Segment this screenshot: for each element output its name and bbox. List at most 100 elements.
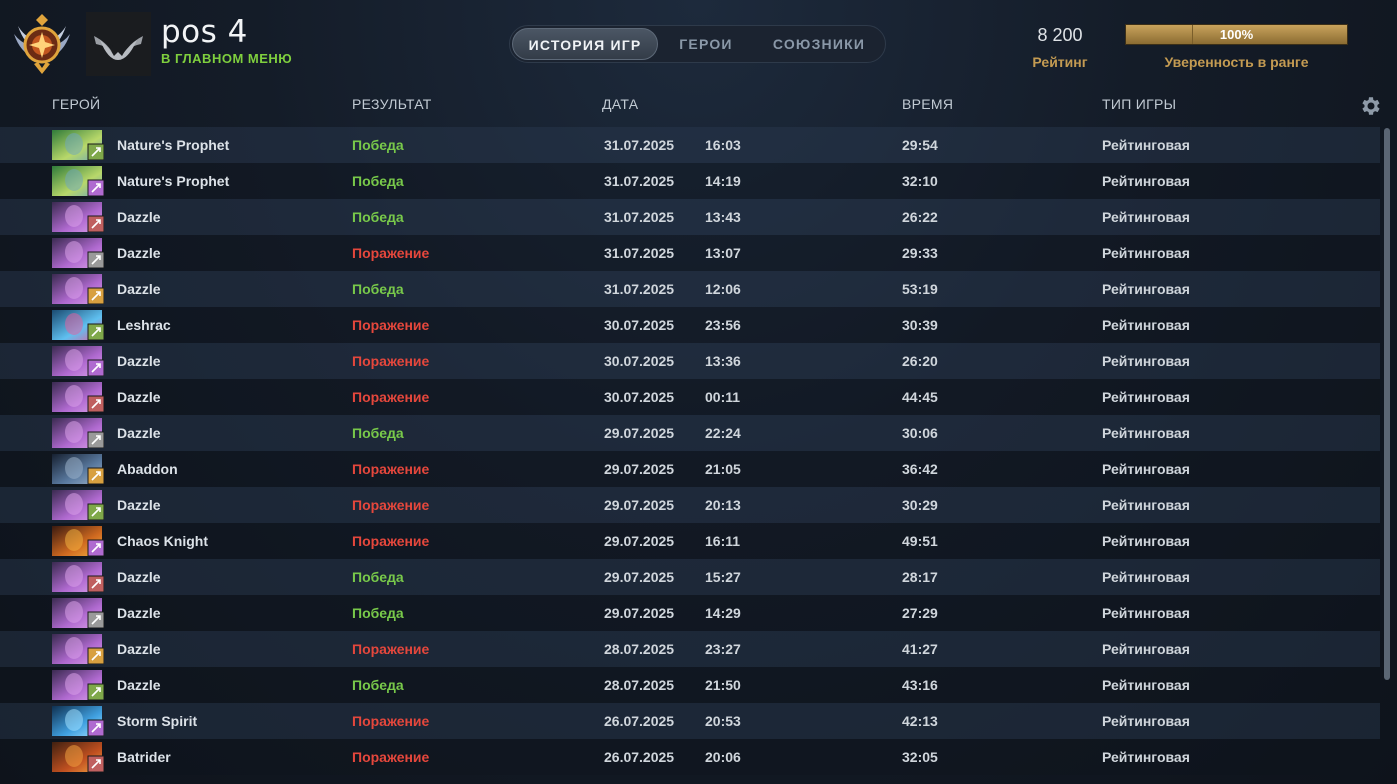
match-duration: 53:19	[902, 281, 938, 297]
match-time: 23:56	[705, 317, 741, 333]
match-duration: 30:29	[902, 497, 938, 513]
rank-confidence-value: 100%	[1219, 27, 1254, 42]
table-row[interactable]: Chaos Knight Поражение 29.07.2025 16:11 49:5…	[0, 523, 1380, 559]
game-type: Рейтинговая	[1102, 245, 1190, 261]
tab-bar: ИСТОРИЯ ИГР ГЕРОИ СОЮЗНИКИ	[509, 25, 886, 63]
game-type: Рейтинговая	[1102, 569, 1190, 585]
match-time: 20:53	[705, 713, 741, 729]
hero-name: Dazzle	[117, 497, 161, 513]
avatar[interactable]	[86, 12, 151, 76]
table-row[interactable]: Abaddon Поражение 29.07.2025 21:05 36:42 Рейт…	[0, 451, 1380, 487]
rank-medal-icon[interactable]	[10, 12, 74, 78]
match-date: 30.07.2025	[604, 389, 675, 405]
scrollbar[interactable]	[1384, 128, 1390, 680]
match-date: 28.07.2025	[604, 641, 675, 657]
match-duration: 29:33	[902, 245, 938, 261]
game-type: Рейтинговая	[1102, 461, 1190, 477]
hero-portrait-icon	[52, 634, 104, 664]
match-date: 29.07.2025	[604, 425, 675, 441]
match-result: Поражение	[352, 317, 430, 333]
hero-portrait-icon	[52, 130, 104, 160]
match-time: 00:11	[705, 389, 741, 405]
match-result: Победа	[352, 173, 404, 189]
rank-confidence-label: Уверенность в ранге	[1164, 54, 1309, 70]
hero-name: Dazzle	[117, 353, 161, 369]
column-header-duration[interactable]: ВРЕМЯ	[902, 96, 953, 112]
table-row[interactable]: Dazzle Поражение 30.07.2025 00:11 44:45 Рейти…	[0, 379, 1380, 415]
hero-name: Dazzle	[117, 425, 161, 441]
match-date: 29.07.2025	[604, 569, 675, 585]
match-date: 31.07.2025	[604, 281, 675, 297]
gear-icon[interactable]	[1358, 94, 1382, 118]
match-result: Победа	[352, 677, 404, 693]
top-bar: pos 4 В ГЛАВНОМ МЕНЮ ИСТОРИЯ ИГР ГЕРОИ С…	[0, 0, 1397, 88]
tab-heroes[interactable]: ГЕРОИ	[666, 28, 746, 60]
match-time: 20:06	[705, 749, 741, 765]
match-date: 30.07.2025	[604, 353, 675, 369]
column-header-date[interactable]: ДАТА	[602, 96, 638, 112]
column-header-hero[interactable]: ГЕРОЙ	[52, 96, 100, 112]
avatar-mask-icon	[94, 36, 143, 60]
table-row[interactable]: Dazzle Поражение 29.07.2025 20:13 30:29 Рейти…	[0, 487, 1380, 523]
hero-portrait-icon	[52, 742, 104, 772]
hero-portrait-icon	[52, 706, 104, 736]
table-row[interactable]: Dazzle Победа 31.07.2025 12:06 53:19 Рейтинго…	[0, 271, 1380, 307]
match-result: Поражение	[352, 749, 430, 765]
match-duration: 26:20	[902, 353, 938, 369]
hero-portrait-icon	[52, 202, 104, 232]
match-duration: 42:13	[902, 713, 938, 729]
match-duration: 26:22	[902, 209, 938, 225]
column-header-game-type[interactable]: ТИП ИГРЫ	[1102, 96, 1176, 112]
hero-portrait-icon	[52, 562, 104, 592]
match-date: 30.07.2025	[604, 317, 675, 333]
hero-name: Dazzle	[117, 245, 161, 261]
table-row[interactable]: Nature's Prophet Победа 31.07.2025 14:19 32:…	[0, 163, 1380, 199]
hero-name: Chaos Knight	[117, 533, 208, 549]
match-duration: 43:16	[902, 677, 938, 693]
match-duration: 28:17	[902, 569, 938, 585]
hero-portrait-icon	[52, 346, 104, 376]
match-time: 13:36	[705, 353, 741, 369]
match-result: Победа	[352, 137, 404, 153]
table-row[interactable]: Dazzle Поражение 31.07.2025 13:07 29:33 Рейти…	[0, 235, 1380, 271]
match-date: 31.07.2025	[604, 209, 675, 225]
match-duration: 27:29	[902, 605, 938, 621]
table-row[interactable]: Dazzle Победа 29.07.2025 15:27 28:17 Рейтинго…	[0, 559, 1380, 595]
game-type: Рейтинговая	[1102, 749, 1190, 765]
table-row[interactable]: Batrider Поражение 26.07.2025 20:06 32:05 Рей…	[0, 739, 1380, 775]
match-result: Поражение	[352, 245, 430, 261]
match-date: 28.07.2025	[604, 677, 675, 693]
match-result: Победа	[352, 425, 404, 441]
table-row[interactable]: Dazzle Поражение 30.07.2025 13:36 26:20 Рейти…	[0, 343, 1380, 379]
table-row[interactable]: Dazzle Поражение 28.07.2025 23:27 41:27 Рейти…	[0, 631, 1380, 667]
tab-allies[interactable]: СОЮЗНИКИ	[756, 28, 882, 60]
game-type: Рейтинговая	[1102, 389, 1190, 405]
match-time: 13:07	[705, 245, 741, 261]
match-result: Победа	[352, 281, 404, 297]
match-time: 14:29	[705, 605, 741, 621]
match-duration: 30:39	[902, 317, 938, 333]
table-row[interactable]: Storm Spirit Поражение 26.07.2025 20:53 42:1…	[0, 703, 1380, 739]
table-row[interactable]: Leshrac Поражение 30.07.2025 23:56 30:39 Рейт…	[0, 307, 1380, 343]
table-row[interactable]: Dazzle Победа 28.07.2025 21:50 43:16 Рейтинго…	[0, 667, 1380, 703]
table-row[interactable]: Dazzle Победа 31.07.2025 13:43 26:22 Рейтинго…	[0, 199, 1380, 235]
match-time: 20:13	[705, 497, 741, 513]
match-time: 21:05	[705, 461, 741, 477]
table-row[interactable]: Dazzle Победа 29.07.2025 22:24 30:06 Рейтинго…	[0, 415, 1380, 451]
hero-portrait-icon	[52, 598, 104, 628]
match-result: Поражение	[352, 353, 430, 369]
game-type: Рейтинговая	[1102, 281, 1190, 297]
match-duration: 32:10	[902, 173, 938, 189]
rating-value: 8 200	[1037, 25, 1083, 45]
game-type: Рейтинговая	[1102, 317, 1190, 333]
hero-portrait-icon	[52, 382, 104, 412]
table-row[interactable]: Nature's Prophet Победа 31.07.2025 16:03 29:…	[0, 127, 1380, 163]
hero-name: Storm Spirit	[117, 713, 198, 729]
table-row[interactable]: Dazzle Победа 29.07.2025 14:29 27:29 Рейтинго…	[0, 595, 1380, 631]
match-result: Поражение	[352, 389, 430, 405]
match-duration: 49:51	[902, 533, 938, 549]
match-result: Победа	[352, 569, 404, 585]
game-type: Рейтинговая	[1102, 173, 1190, 189]
column-header-result[interactable]: РЕЗУЛЬТАТ	[352, 96, 432, 112]
tab-match-history[interactable]: ИСТОРИЯ ИГР	[512, 28, 658, 60]
